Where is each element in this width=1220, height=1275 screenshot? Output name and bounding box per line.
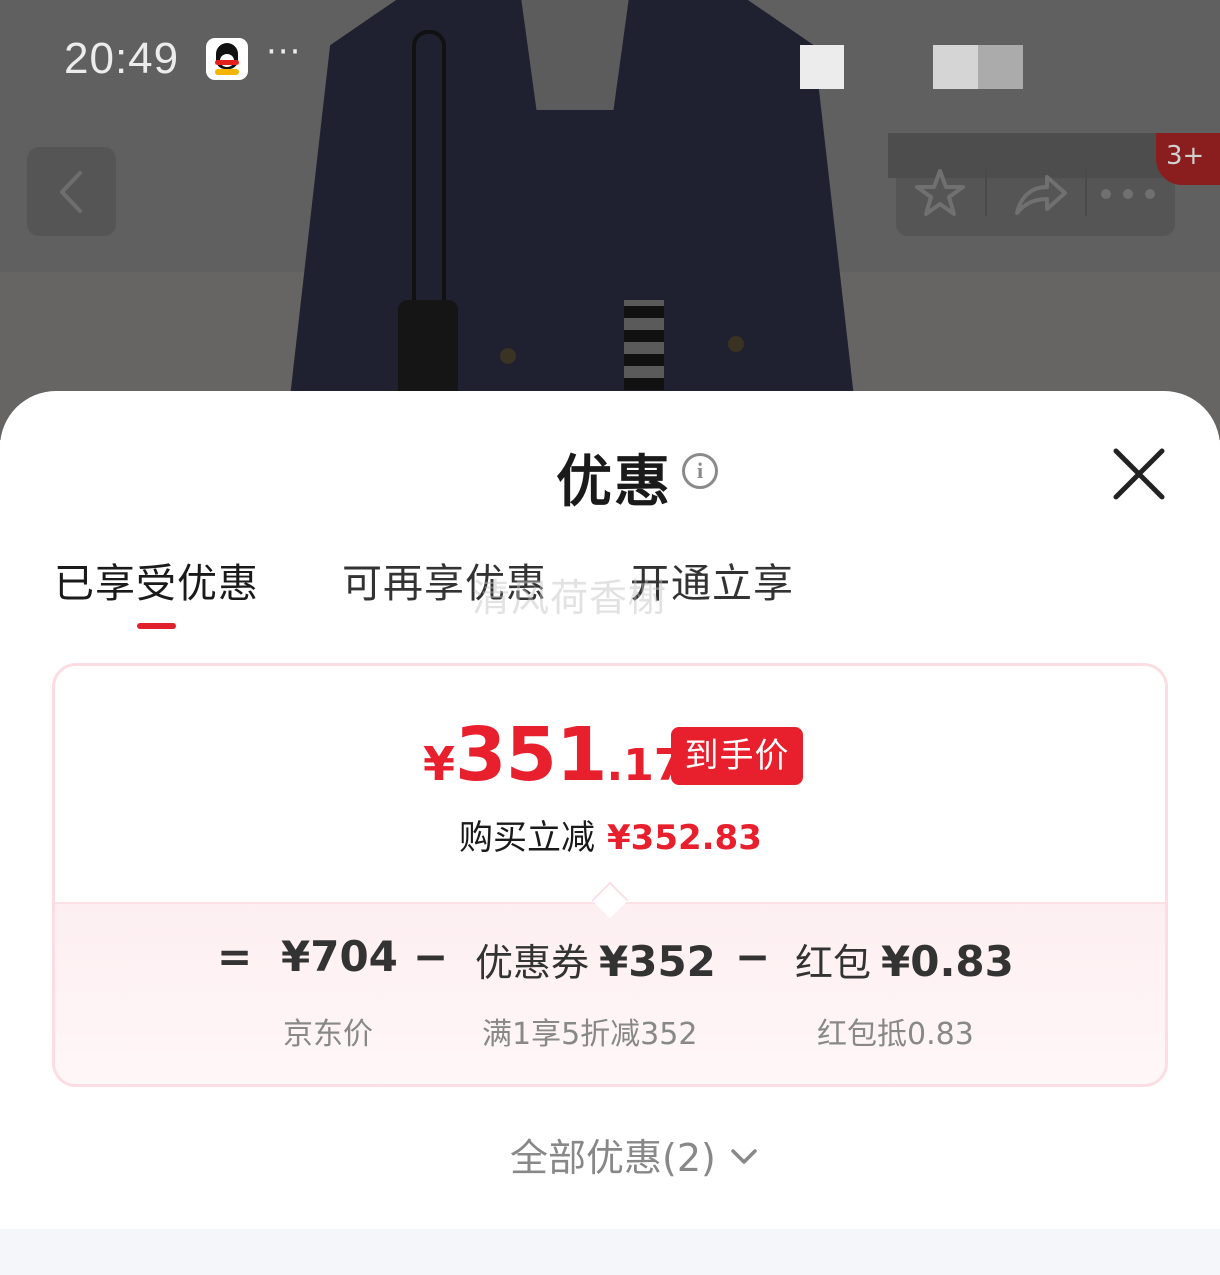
all-offers-toggle[interactable]: 全部优惠(2) bbox=[510, 1127, 758, 1182]
discount-sheet: 优惠 i 已享受优惠 可再享优惠 开通立享 清风荷香榭 ¥351.17 到手价 … bbox=[0, 391, 1220, 1229]
all-offers-label: 全部优惠(2) bbox=[510, 1136, 716, 1180]
price-formula: = ¥704 − 优惠券 ¥352 − 红包 ¥0.83 bbox=[55, 932, 1165, 992]
nav-separator bbox=[1085, 170, 1087, 216]
cart-count-badge: 3+ bbox=[1156, 133, 1220, 185]
chevron-left-icon bbox=[59, 170, 82, 213]
chevron-down-icon bbox=[731, 1148, 757, 1164]
star-icon bbox=[915, 169, 965, 216]
formula-equals: = bbox=[217, 932, 253, 981]
share-arrow-icon bbox=[1015, 175, 1067, 215]
photo-coat-button bbox=[728, 336, 744, 352]
final-price-integer: 351 bbox=[455, 712, 607, 798]
bottom-strip bbox=[0, 1229, 1220, 1275]
redpacket-item: 红包 ¥0.83 bbox=[795, 932, 1014, 987]
status-time: 20:49 bbox=[64, 34, 180, 83]
more-dots-icon bbox=[1101, 189, 1155, 199]
photo-coat-button bbox=[500, 348, 516, 364]
tab-active-indicator bbox=[137, 623, 176, 629]
coupon-description: 满1享5折减352 bbox=[482, 1017, 698, 1052]
status-icon-redacted bbox=[800, 45, 844, 89]
status-icon-redacted bbox=[933, 45, 1023, 89]
more-button[interactable] bbox=[1098, 164, 1158, 224]
info-icon[interactable]: i bbox=[682, 453, 718, 489]
instant-discount-amount: ¥352.83 bbox=[607, 818, 762, 858]
redpacket-amount: ¥0.83 bbox=[881, 937, 1014, 986]
final-price-currency: ¥ bbox=[423, 737, 456, 791]
back-button[interactable] bbox=[27, 147, 116, 236]
final-price-badge: 到手价 bbox=[671, 727, 803, 785]
instant-discount-label: 购买立减 bbox=[459, 818, 595, 858]
coupon-label: 优惠券 bbox=[475, 941, 590, 985]
formula-minus: − bbox=[413, 932, 449, 981]
close-button[interactable] bbox=[1108, 443, 1170, 505]
tab-enjoyed-discounts[interactable]: 已享受优惠 bbox=[54, 551, 259, 609]
qq-penguin-icon bbox=[206, 38, 248, 80]
final-price: ¥351.17 bbox=[423, 712, 684, 798]
nav-separator bbox=[985, 170, 987, 216]
coupon-amount: ¥352 bbox=[599, 937, 716, 986]
price-breakdown-card: ¥351.17 到手价 购买立减 ¥352.83 = ¥704 − 优惠券 ¥352… bbox=[52, 663, 1168, 1087]
jd-price-label: 京东价 bbox=[283, 1017, 373, 1052]
coupon-item: 优惠券 ¥352 bbox=[475, 932, 716, 987]
jd-price-value: ¥704 bbox=[281, 932, 398, 981]
redpacket-description: 红包抵0.83 bbox=[817, 1017, 974, 1052]
watermark: 清风荷香榭 bbox=[472, 576, 668, 620]
formula-minus: − bbox=[735, 932, 771, 981]
redpacket-label: 红包 bbox=[795, 941, 872, 985]
sheet-title: 优惠 bbox=[556, 450, 672, 515]
close-icon bbox=[1113, 448, 1165, 500]
status-bar: 20:49 ··· bbox=[0, 0, 1220, 120]
share-button[interactable] bbox=[1010, 164, 1070, 224]
photo-stripes bbox=[624, 300, 664, 390]
favorite-button[interactable] bbox=[910, 164, 970, 224]
status-more-indicator: ··· bbox=[266, 32, 302, 72]
card-bottom bbox=[55, 902, 1165, 1084]
instant-discount: 购买立减 ¥352.83 bbox=[459, 810, 762, 859]
